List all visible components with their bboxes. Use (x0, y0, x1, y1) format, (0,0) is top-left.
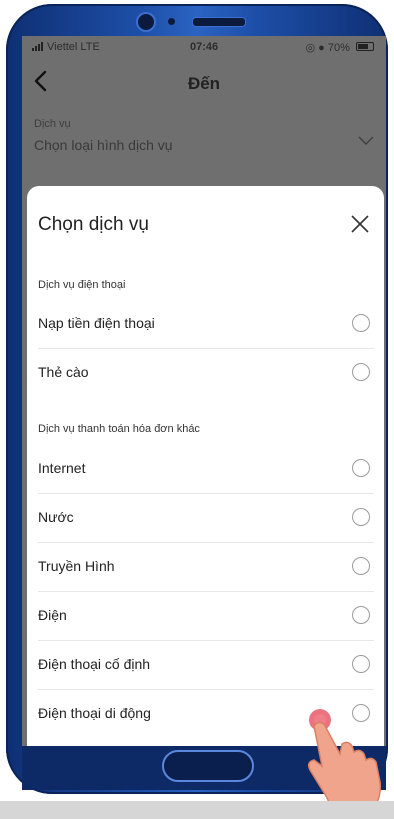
service-picker-sheet: Chọn dịch vụ Dịch vụ điện thoại Nạp tiền… (27, 186, 384, 746)
status-bar: Viettel LTE 07:46 ◎ ● 70% (22, 36, 386, 58)
alarm-icon: ◎ ● (305, 42, 325, 54)
option-label: Điện (38, 607, 67, 623)
sheet-title: Chọn dịch vụ (38, 214, 149, 235)
option-label: Nạp tiền điện thoại (38, 315, 155, 331)
option-label: Điện thoại di động (38, 705, 151, 721)
option-electricity[interactable]: Điện (38, 592, 374, 641)
option-television[interactable]: Truyền Hình (38, 543, 374, 592)
signal-icon (32, 42, 43, 51)
status-right: ◎ ● 70% (306, 41, 374, 54)
option-label: Nước (38, 509, 74, 525)
battery-icon (356, 42, 374, 51)
chevron-down-icon (358, 136, 374, 145)
service-field-label: Dịch vụ (34, 118, 71, 130)
service-field-placeholder: Chọn loại hình dịch vụ (34, 137, 173, 153)
tap-hand-icon (307, 709, 382, 815)
option-internet[interactable]: Internet (38, 445, 374, 494)
earpiece-speaker (192, 17, 246, 27)
page-title: Đến (187, 74, 221, 93)
option-scratch-card[interactable]: Thẻ cào (38, 349, 374, 398)
option-label: Điện thoại cố định (38, 656, 151, 672)
close-icon[interactable] (350, 214, 370, 234)
service-select[interactable]: Dịch vụ Chọn loại hình dịch vụ (34, 118, 374, 168)
section-label-phone-services: Dịch vụ điện thoại (38, 279, 126, 291)
phone-screen: Viettel LTE 07:46 ◎ ● 70% Đến Dịch vụ Ch… (22, 36, 386, 746)
option-water[interactable]: Nước (38, 494, 374, 543)
option-label: Internet (38, 460, 86, 476)
option-landline[interactable]: Điện thoại cố định (38, 641, 374, 690)
phone-top-bezel (6, 4, 388, 38)
proximity-sensor (168, 18, 175, 25)
front-camera (136, 12, 156, 32)
radio-button[interactable] (352, 459, 370, 477)
option-label: Truyền Hình (38, 558, 115, 574)
radio-button[interactable] (352, 557, 370, 575)
home-button[interactable] (162, 750, 254, 782)
carrier-info: Viettel LTE (32, 41, 100, 53)
radio-button[interactable] (352, 606, 370, 624)
battery-percent: 70% (327, 42, 350, 54)
page-bottom-strip (0, 801, 394, 819)
section-label-other-bills: Dịch vụ thanh toán hóa đơn khác (38, 423, 200, 435)
carrier-label: Viettel LTE (47, 41, 100, 53)
radio-button[interactable] (352, 363, 370, 381)
option-top-up[interactable]: Nạp tiền điện thoại (38, 300, 374, 349)
radio-button[interactable] (352, 655, 370, 673)
clock: 07:46 (190, 41, 219, 53)
app-header: Đến (22, 58, 386, 102)
option-label: Thẻ cào (38, 364, 89, 380)
radio-button[interactable] (352, 314, 370, 332)
radio-button[interactable] (352, 508, 370, 526)
